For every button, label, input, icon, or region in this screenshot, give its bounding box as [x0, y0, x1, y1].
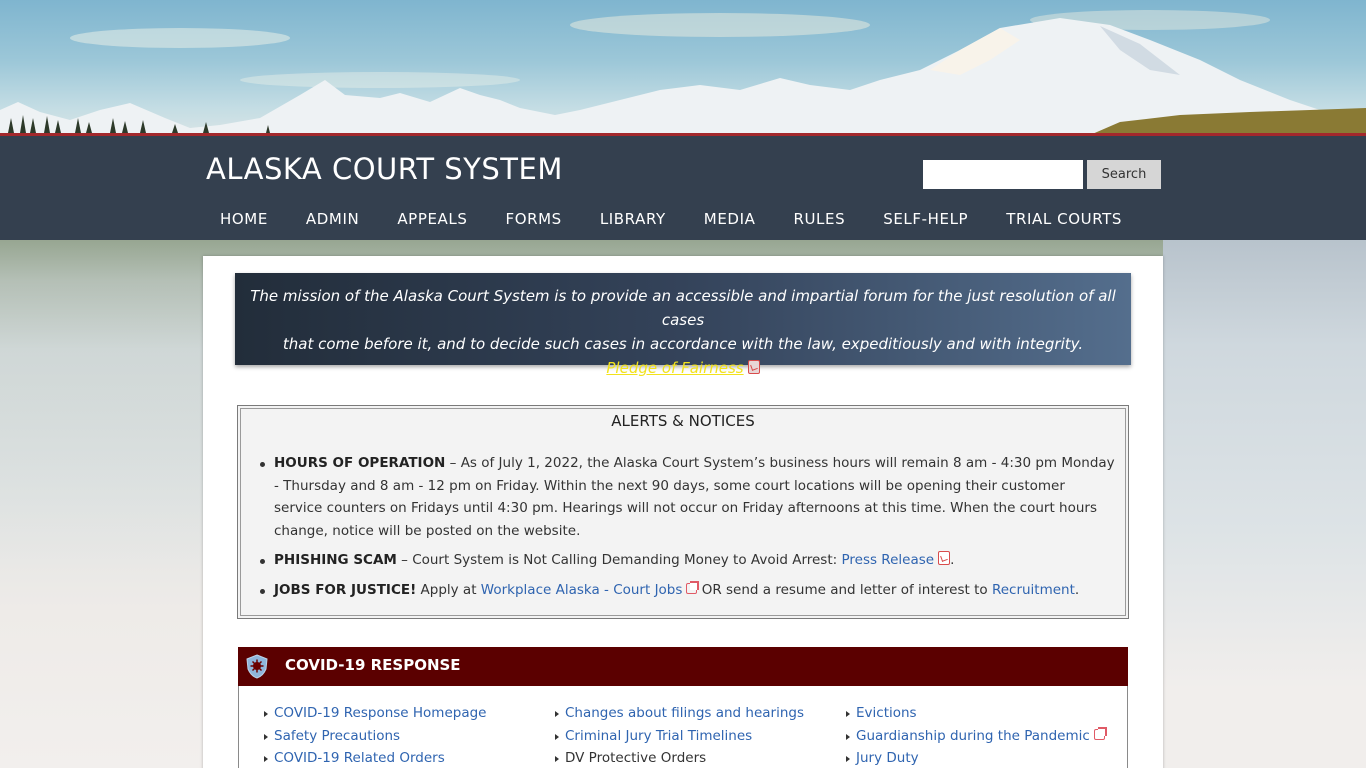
list-item: Evictions [846, 702, 1105, 725]
pledge-of-fairness-link[interactable]: Pledge of Fairness [606, 359, 743, 377]
alert-item-jobs: JOBS FOR JUSTICE! Apply at Workplace Ala… [260, 579, 1116, 602]
list-item: Guardianship during the Pandemic [846, 725, 1107, 748]
guardianship-link[interactable]: Guardianship during the Pandemic [856, 728, 1090, 744]
list-item: DV Protective Orders [555, 747, 804, 768]
jury-duty-link[interactable]: Jury Duty [856, 750, 919, 766]
covid-links-column-1: COVID-19 Response Homepage Safety Precau… [264, 702, 486, 768]
alert-item-phishing: PHISHING SCAM – Court System is Not Call… [260, 549, 1116, 572]
covid-links-panel: COVID-19 Response Homepage Safety Precau… [238, 686, 1128, 768]
list-item: Changes about filings and hearings [555, 702, 804, 725]
covid-links-column-2: Changes about filings and hearings Crimi… [555, 702, 804, 768]
site-title[interactable]: ALASKA COURT SYSTEM [206, 152, 563, 186]
criminal-jury-trial-link[interactable]: Criminal Jury Trial Timelines [565, 728, 752, 744]
lake-background-image-right [1163, 240, 1366, 768]
press-release-link[interactable]: Press Release [841, 552, 934, 568]
nav-trial-courts[interactable]: TRIAL COURTS [987, 208, 1141, 232]
alert-text-end: . [1074, 581, 1080, 598]
covid-response-title: COVID-19 RESPONSE [285, 656, 461, 674]
alert-label: HOURS OF OPERATION [274, 455, 446, 471]
mission-line-1: The mission of the Alaska Court System i… [250, 287, 1116, 329]
covid-links-column-3: Evictions Guardianship during the Pandem… [846, 702, 1107, 768]
alerts-title: ALERTS & NOTICES [611, 412, 755, 430]
mountain-banner-image [0, 0, 1366, 135]
covid-response-header: COVID-19 RESPONSE [238, 647, 1128, 686]
workplace-alaska-link[interactable]: Workplace Alaska - Court Jobs [481, 582, 683, 598]
alert-label: PHISHING SCAM [274, 552, 397, 568]
nav-forms[interactable]: FORMS [486, 208, 580, 232]
mission-line-2: that come before it, and to decide such … [282, 335, 1084, 353]
nav-self-help[interactable]: SELF-HELP [864, 208, 987, 232]
nav-rules[interactable]: RULES [774, 208, 864, 232]
list-item: COVID-19 Response Homepage [264, 702, 486, 725]
alert-text-end: . [950, 552, 955, 568]
mountain-illustration [0, 10, 1366, 135]
covid-homepage-link[interactable]: COVID-19 Response Homepage [274, 705, 486, 721]
pdf-icon [938, 551, 951, 565]
list-item: COVID-19 Related Orders [264, 747, 486, 768]
list-item: Jury Duty [846, 747, 1105, 768]
alert-text: Apply at [416, 581, 481, 598]
external-link-icon [686, 580, 700, 594]
virus-shield-icon [246, 654, 268, 679]
nav-library[interactable]: LIBRARY [581, 208, 685, 232]
nav-home[interactable]: HOME [201, 208, 287, 232]
recruitment-link[interactable]: Recruitment [992, 582, 1075, 598]
alert-text: – Court System is Not Calling Demanding … [396, 552, 842, 568]
nav-admin[interactable]: ADMIN [287, 208, 378, 232]
alert-item-hours: HOURS OF OPERATION – As of July 1, 2022,… [260, 452, 1116, 542]
alerts-list: HOURS OF OPERATION – As of July 1, 2022,… [260, 452, 1116, 608]
mission-statement: The mission of the Alaska Court System i… [235, 273, 1131, 377]
alert-text-middle: OR send a resume and letter of interest … [697, 581, 992, 598]
evictions-link[interactable]: Evictions [856, 705, 917, 721]
alerts-notices-box: ALERTS & NOTICES HOURS OF OPERATION – As… [237, 405, 1129, 619]
filings-hearings-link[interactable]: Changes about filings and hearings [565, 705, 804, 721]
external-link-icon [1093, 726, 1107, 740]
dv-protective-orders-text: DV Protective Orders [565, 750, 707, 766]
covid-related-orders-link[interactable]: COVID-19 Related Orders [274, 750, 445, 766]
search-input[interactable] [923, 160, 1083, 189]
list-item: Criminal Jury Trial Timelines [555, 725, 804, 748]
list-item: Safety Precautions [264, 725, 486, 748]
nav-media[interactable]: MEDIA [685, 208, 775, 232]
nav-appeals[interactable]: APPEALS [378, 208, 486, 232]
main-nav: HOME ADMIN APPEALS FORMS LIBRARY MEDIA R… [201, 208, 1141, 232]
pdf-icon [747, 360, 760, 374]
safety-precautions-link[interactable]: Safety Precautions [274, 728, 400, 744]
alert-label: JOBS FOR JUSTICE! [274, 581, 417, 598]
search-button[interactable]: Search [1087, 160, 1161, 189]
